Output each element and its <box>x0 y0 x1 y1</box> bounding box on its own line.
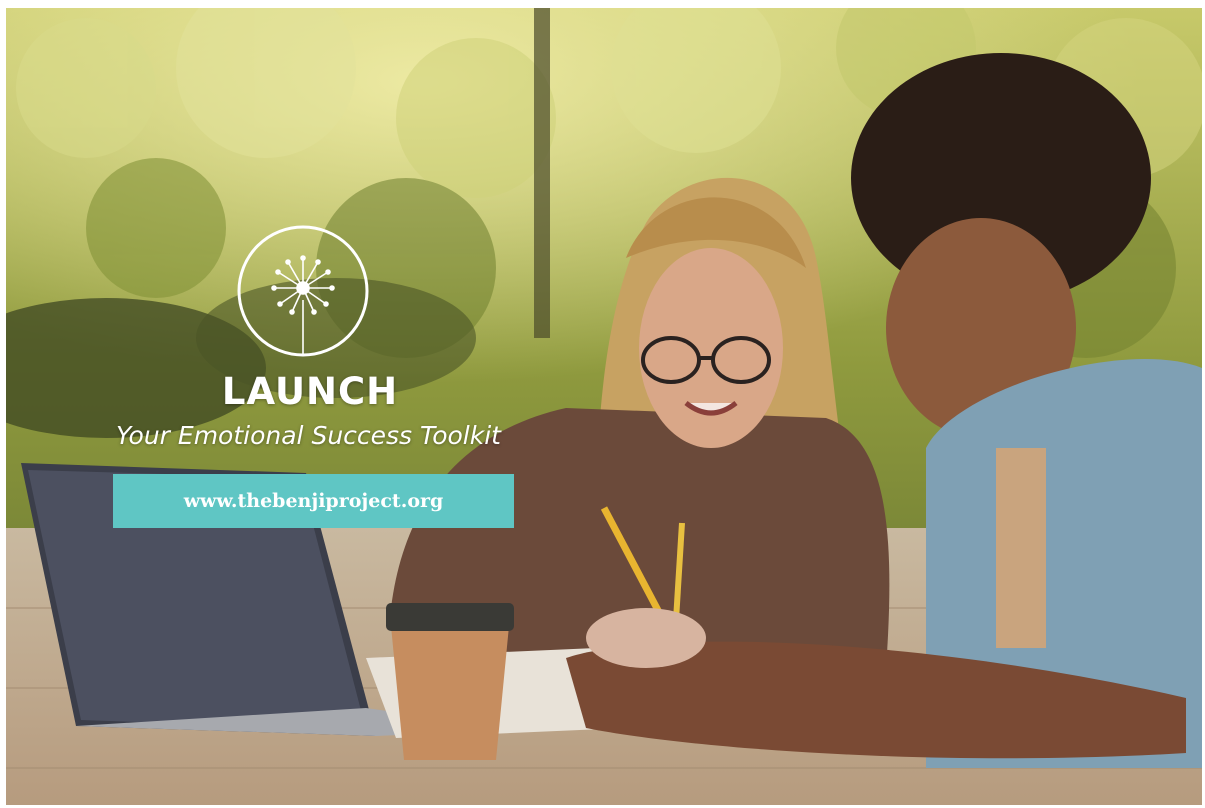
toolkit-subtitle: Your Emotional Success Toolkit <box>116 421 501 450</box>
website-banner: www.thebenjiproject.org <box>113 474 514 528</box>
dandelion-icon <box>271 255 335 354</box>
postcard: LAUNCH Your Emotional Success Toolkit ww… <box>6 8 1202 805</box>
benji-project-logo <box>237 225 369 357</box>
launch-title: LAUNCH <box>221 370 399 413</box>
website-url[interactable]: www.thebenjiproject.org <box>184 490 444 512</box>
background-photo <box>6 8 1202 805</box>
